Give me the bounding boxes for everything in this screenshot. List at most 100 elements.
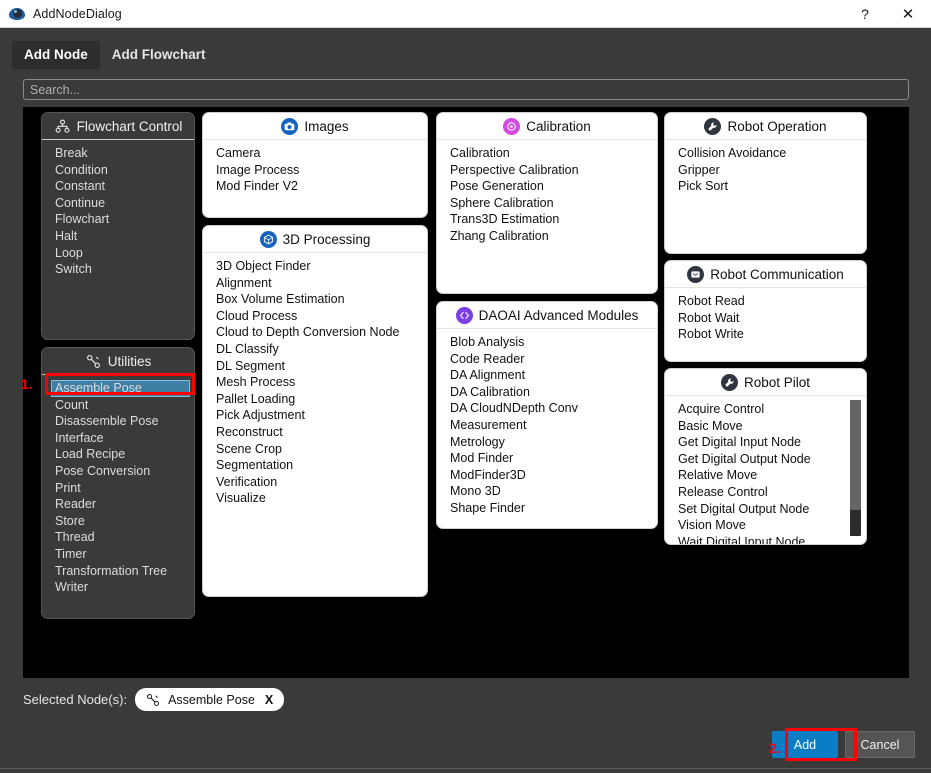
node-item[interactable]: Halt: [42, 228, 194, 245]
category-title: Images: [304, 118, 349, 134]
node-item[interactable]: Count: [42, 397, 194, 414]
node-item[interactable]: Set Digital Output Node: [665, 501, 866, 518]
node-item[interactable]: Get Digital Input Node: [665, 434, 866, 451]
node-item[interactable]: Segmentation: [203, 457, 427, 474]
remove-selected-node-icon[interactable]: X: [265, 693, 273, 707]
node-item[interactable]: Reconstruct: [203, 424, 427, 441]
cancel-button[interactable]: Cancel: [845, 731, 915, 758]
node-item[interactable]: Flowchart: [42, 211, 194, 228]
node-item[interactable]: Visualize: [203, 490, 427, 507]
node-item[interactable]: Relative Move: [665, 467, 866, 484]
tab-add-node[interactable]: Add Node: [12, 41, 100, 69]
node-item[interactable]: Timer: [42, 546, 194, 563]
node-item[interactable]: Blob Analysis: [437, 334, 657, 351]
category-items: Camera Image Process Mod Finder V2: [203, 140, 427, 217]
annotation-number-1: 1.: [21, 376, 33, 392]
node-item-assemble-pose[interactable]: Assemble Pose: [51, 380, 190, 397]
node-item[interactable]: Gripper: [665, 162, 866, 179]
node-item[interactable]: Measurement: [437, 417, 657, 434]
scrollbar-thumb[interactable]: [850, 400, 861, 510]
node-item[interactable]: Release Control: [665, 484, 866, 501]
node-item[interactable]: Camera: [203, 145, 427, 162]
category-3d-processing: 3D Processing 3D Object Finder Alignment…: [202, 225, 428, 597]
app-logo-icon: [9, 6, 25, 22]
node-item[interactable]: Robot Write: [665, 326, 866, 343]
node-item[interactable]: Perspective Calibration: [437, 162, 657, 179]
robot-pilot-scrollbar[interactable]: [850, 400, 861, 536]
node-item[interactable]: Thread: [42, 529, 194, 546]
node-item[interactable]: Alignment: [203, 275, 427, 292]
node-item[interactable]: Pallet Loading: [203, 391, 427, 408]
node-item[interactable]: Pose Generation: [437, 178, 657, 195]
node-item[interactable]: Pick Adjustment: [203, 407, 427, 424]
search-input[interactable]: [23, 79, 909, 100]
node-item[interactable]: Print: [42, 480, 194, 497]
node-item[interactable]: ModFinder3D: [437, 467, 657, 484]
node-item[interactable]: Metrology: [437, 434, 657, 451]
wrench-icon: [85, 353, 102, 370]
node-item[interactable]: DL Segment: [203, 358, 427, 375]
node-item[interactable]: Interface: [42, 430, 194, 447]
node-item[interactable]: DA CloudNDepth Conv: [437, 400, 657, 417]
node-item[interactable]: Reader: [42, 496, 194, 513]
help-icon[interactable]: ?: [845, 0, 885, 28]
node-item[interactable]: Pick Sort: [665, 178, 866, 195]
node-item[interactable]: Get Digital Output Node: [665, 451, 866, 468]
dialog-footer-buttons: Add Cancel: [772, 731, 915, 758]
node-item[interactable]: Calibration: [437, 145, 657, 162]
node-item[interactable]: Disassemble Pose: [42, 413, 194, 430]
node-item[interactable]: DL Classify: [203, 341, 427, 358]
node-item[interactable]: Scene Crop: [203, 441, 427, 458]
category-header: 3D Processing: [203, 226, 427, 253]
node-item[interactable]: Pose Conversion: [42, 463, 194, 480]
node-item[interactable]: Acquire Control: [665, 401, 866, 418]
node-item[interactable]: Basic Move: [665, 418, 866, 435]
node-item[interactable]: DA Calibration: [437, 384, 657, 401]
node-item[interactable]: Robot Read: [665, 293, 866, 310]
category-robot-pilot: Robot Pilot Acquire Control Basic Move G…: [664, 368, 867, 545]
node-item[interactable]: Image Process: [203, 162, 427, 179]
category-flowchart-control: Flowchart Control Break Condition Consta…: [41, 112, 195, 340]
node-item[interactable]: Continue: [42, 195, 194, 212]
node-item[interactable]: Box Volume Estimation: [203, 291, 427, 308]
node-item[interactable]: Vision Move: [665, 517, 866, 534]
node-item[interactable]: Mono 3D: [437, 483, 657, 500]
annotation-number-2: 2.: [769, 740, 781, 756]
category-header: DAOAI Advanced Modules: [437, 302, 657, 329]
node-item[interactable]: Cloud Process: [203, 308, 427, 325]
node-item[interactable]: Break: [42, 145, 194, 162]
node-item[interactable]: Mod Finder: [437, 450, 657, 467]
node-item[interactable]: Switch: [42, 261, 194, 278]
add-node-dialog: AddNodeDialog ? ✕ Add Node Add Flowchart: [0, 0, 931, 773]
category-title: 3D Processing: [282, 231, 371, 247]
node-item[interactable]: 3D Object Finder: [203, 258, 427, 275]
close-icon[interactable]: ✕: [885, 0, 931, 28]
node-item[interactable]: Cloud to Depth Conversion Node: [203, 324, 427, 341]
node-item[interactable]: Zhang Calibration: [437, 228, 657, 245]
node-item[interactable]: Constant: [42, 178, 194, 195]
tab-add-flowchart[interactable]: Add Flowchart: [100, 41, 218, 69]
node-item[interactable]: Verification: [203, 474, 427, 491]
node-item[interactable]: Load Recipe: [42, 446, 194, 463]
node-item[interactable]: Transformation Tree: [42, 563, 194, 580]
node-item[interactable]: Condition: [42, 162, 194, 179]
add-button[interactable]: Add: [772, 731, 838, 758]
node-item[interactable]: Code Reader: [437, 351, 657, 368]
node-item[interactable]: Mod Finder V2: [203, 178, 427, 195]
node-catalog-scroll-area[interactable]: Flowchart Control Break Condition Consta…: [23, 107, 909, 678]
node-item[interactable]: DA Alignment: [437, 367, 657, 384]
node-item[interactable]: Sphere Calibration: [437, 195, 657, 212]
node-item[interactable]: Trans3D Estimation: [437, 211, 657, 228]
selected-node-chip[interactable]: Assemble Pose X: [135, 688, 285, 711]
node-item[interactable]: Shape Finder: [437, 500, 657, 517]
node-item[interactable]: Collision Avoidance: [665, 145, 866, 162]
window-controls: ? ✕: [845, 0, 931, 28]
node-item[interactable]: Robot Wait: [665, 310, 866, 327]
node-item[interactable]: Store: [42, 513, 194, 530]
category-title: Robot Operation: [727, 118, 827, 134]
node-item[interactable]: Wait Digital Input Node: [665, 534, 866, 544]
node-item[interactable]: Mesh Process: [203, 374, 427, 391]
node-item[interactable]: Writer: [42, 579, 194, 596]
target-icon: [503, 117, 521, 135]
node-item[interactable]: Loop: [42, 245, 194, 262]
